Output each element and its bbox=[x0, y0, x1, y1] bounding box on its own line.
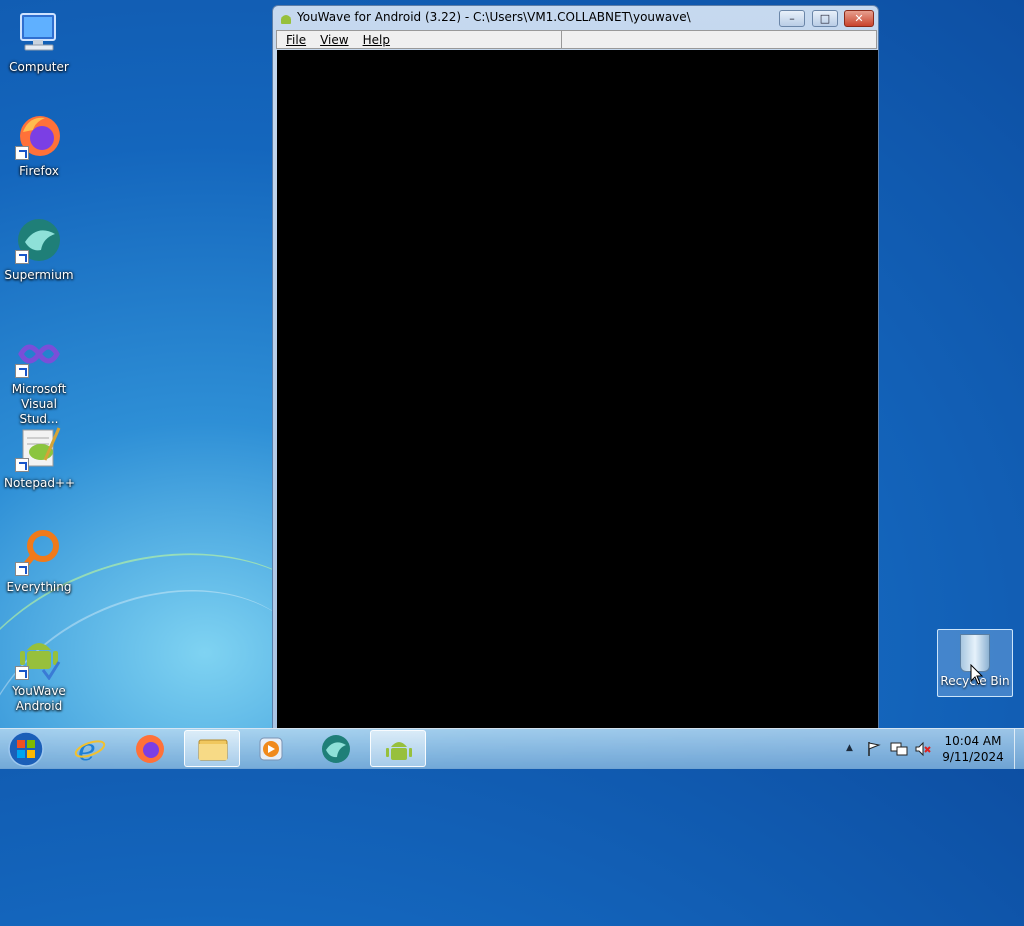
shortcut-arrow-icon bbox=[15, 666, 29, 680]
volume-muted-icon[interactable] bbox=[914, 741, 932, 761]
internet-explorer-icon: e bbox=[74, 733, 106, 768]
taskbar-internet-explorer[interactable]: e bbox=[62, 730, 118, 768]
shortcut-arrow-icon bbox=[15, 146, 29, 160]
taskbar-supermium[interactable] bbox=[308, 730, 364, 767]
system-clock[interactable]: 10:04 AM 9/11/2024 bbox=[935, 733, 1011, 765]
everything-search-icon bbox=[15, 528, 63, 576]
taskbar-media-player[interactable] bbox=[244, 730, 300, 767]
clock-time: 10:04 AM bbox=[944, 734, 1002, 748]
svg-text:e: e bbox=[78, 733, 96, 767]
close-button[interactable]: ✕ bbox=[844, 10, 874, 27]
desktop-icon-visual-studio[interactable]: Microsoft Visual Stud... bbox=[4, 330, 74, 427]
desktop-icon-everything[interactable]: Everything bbox=[4, 528, 74, 595]
taskbar-youwave-android[interactable] bbox=[370, 730, 426, 767]
menu-help[interactable]: Help bbox=[349, 31, 390, 47]
taskbar-firefox[interactable] bbox=[122, 730, 178, 767]
computer-icon bbox=[15, 8, 63, 56]
supermium-icon bbox=[15, 216, 63, 264]
youwave-android-icon bbox=[386, 742, 412, 760]
file-explorer-icon bbox=[198, 739, 228, 761]
desktop-icon-label: Computer bbox=[9, 60, 69, 74]
desktop-icon-label: Everything bbox=[6, 580, 72, 594]
show-hidden-icons-button[interactable]: ▲ bbox=[846, 743, 853, 753]
desktop-icon-computer[interactable]: Computer bbox=[4, 8, 74, 75]
network-icon[interactable] bbox=[890, 741, 908, 761]
menu-bar: File View Help bbox=[276, 30, 562, 49]
shortcut-arrow-icon bbox=[15, 562, 29, 576]
desktop-icon-youwave[interactable]: YouWave Android bbox=[4, 632, 74, 714]
firefox-icon bbox=[136, 735, 164, 763]
desktop-icon-notepadpp[interactable]: Notepad++ bbox=[4, 424, 76, 491]
android-app-icon bbox=[279, 11, 293, 25]
start-button[interactable] bbox=[6, 731, 46, 767]
desktop-icon-firefox[interactable]: Firefox bbox=[4, 112, 74, 179]
mouse-cursor-icon bbox=[970, 663, 984, 690]
shortcut-arrow-icon bbox=[15, 364, 29, 378]
desktop-icon-label: Firefox bbox=[19, 164, 59, 178]
menu-file[interactable]: File bbox=[277, 31, 306, 47]
desktop-icon-supermium[interactable]: Supermium bbox=[4, 216, 74, 283]
desktop-icon-label: Notepad++ bbox=[4, 476, 76, 490]
visual-studio-icon bbox=[15, 330, 63, 378]
youwave-android-icon bbox=[15, 632, 63, 681]
desktop-icon-label: Supermium bbox=[4, 268, 74, 282]
desktop-icon-label: YouWave Android bbox=[12, 684, 66, 713]
taskbar: e ▲ 10:04 AM 9/11/2024 bbox=[0, 728, 1024, 769]
show-desktop-button[interactable] bbox=[1014, 729, 1024, 769]
menu-bar-filler bbox=[561, 30, 877, 49]
taskbar-file-explorer[interactable] bbox=[184, 730, 240, 767]
window-titlebar[interactable]: YouWave for Android (3.22) - C:\Users\VM… bbox=[273, 6, 878, 30]
shortcut-arrow-icon bbox=[15, 250, 29, 264]
notepadpp-icon bbox=[15, 424, 63, 472]
clock-date: 9/11/2024 bbox=[942, 750, 1004, 764]
menu-view[interactable]: View bbox=[306, 31, 348, 47]
maximize-button[interactable]: □ bbox=[812, 10, 838, 27]
window-title: YouWave for Android (3.22) - C:\Users\VM… bbox=[297, 10, 691, 24]
youwave-window[interactable]: YouWave for Android (3.22) - C:\Users\VM… bbox=[272, 5, 879, 729]
supermium-icon bbox=[322, 735, 350, 763]
firefox-icon bbox=[15, 112, 63, 160]
minimize-button[interactable]: – bbox=[779, 10, 805, 27]
shortcut-arrow-icon bbox=[15, 458, 29, 472]
desktop-icon-label: Microsoft Visual Stud... bbox=[11, 382, 67, 426]
action-center-flag-icon[interactable] bbox=[866, 741, 882, 761]
emulator-screen[interactable] bbox=[277, 50, 878, 729]
media-player-icon bbox=[259, 737, 283, 761]
